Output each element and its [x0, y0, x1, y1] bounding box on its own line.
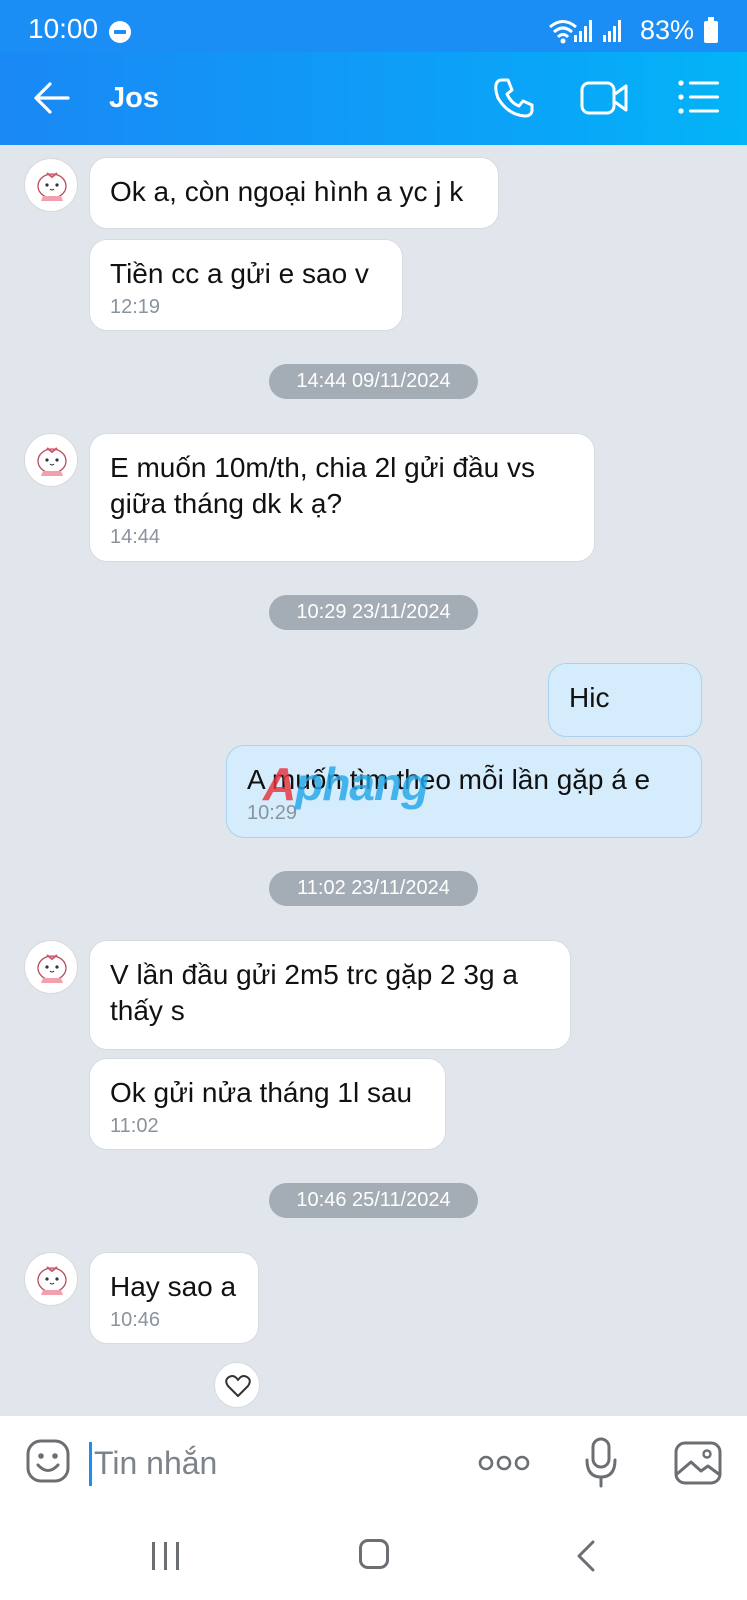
more-dots-icon[interactable] — [478, 1454, 530, 1472]
status-time: 10:00 — [28, 13, 99, 44]
text-cursor — [89, 1442, 92, 1486]
status-bar: 10:00 83% — [0, 0, 747, 52]
message-time: 10:46 — [110, 1309, 161, 1331]
conversation: Ok a, còn ngoại hình a yc j k Tiền cc a … — [0, 145, 747, 1415]
message-bubble-incoming[interactable]: Ok a, còn ngoại hình a yc j k — [89, 157, 499, 229]
message-input[interactable] — [94, 1438, 444, 1488]
battery-icon — [704, 17, 718, 43]
message-bubble-outgoing[interactable]: A muốn tìm theo mỗi lần gặp á e 10:29 — [226, 745, 702, 838]
signal-icon-2 — [603, 20, 621, 42]
signal-icon — [574, 20, 592, 42]
avatar[interactable] — [24, 1252, 78, 1306]
message-text: Hic — [569, 682, 610, 713]
avatar-image — [37, 447, 67, 476]
message-time: 10:29 — [247, 802, 298, 824]
message-text: A muốn tìm theo mỗi lần gặp á e — [247, 764, 651, 795]
message-bubble-incoming[interactable]: V lần đầu gửi 2m5 trc gặp 2 3g a thấy s — [89, 940, 571, 1050]
avatar-image — [37, 954, 67, 983]
home-icon[interactable] — [359, 1539, 389, 1569]
system-nav-bar — [0, 1509, 747, 1600]
message-bubble-incoming[interactable]: Tiền cc a gửi e sao v 12:19 — [89, 239, 403, 331]
date-separator: 11:02 23/11/2024 — [269, 871, 478, 906]
back-nav-icon[interactable] — [576, 1540, 596, 1572]
date-separator: 10:29 23/11/2024 — [269, 595, 478, 630]
message-bubble-incoming[interactable]: Ok gửi nửa tháng 1l sau 11:02 — [89, 1058, 446, 1150]
avatar-image — [37, 1266, 67, 1295]
message-text: Ok gửi nửa tháng 1l sau — [110, 1077, 413, 1108]
chat-header: Jos — [0, 52, 747, 145]
avatar-image — [37, 172, 67, 201]
message-time: 11:02 — [110, 1115, 159, 1137]
message-text: V lần đầu gửi 2m5 trc gặp 2 3g a thấy s — [110, 959, 518, 1026]
avatar[interactable] — [24, 433, 78, 487]
message-bubble-incoming[interactable]: E muốn 10m/th, chia 2l gửi đầu vs giữa t… — [89, 433, 595, 562]
emoji-icon[interactable] — [25, 1438, 71, 1484]
date-separator: 10:46 25/11/2024 — [269, 1183, 478, 1218]
message-text: Ok a, còn ngoại hình a yc j k — [110, 176, 464, 207]
message-text: Hay sao a — [110, 1271, 237, 1302]
video-camera-icon[interactable] — [580, 78, 630, 118]
message-bubble-outgoing[interactable]: Hic — [548, 663, 702, 737]
message-bubble-incoming[interactable]: Hay sao a 10:46 — [89, 1252, 259, 1344]
avatar[interactable] — [24, 940, 78, 994]
avatar[interactable] — [24, 158, 78, 212]
message-time: 12:19 — [110, 296, 161, 318]
heart-icon — [225, 1375, 251, 1397]
react-button[interactable] — [214, 1362, 260, 1408]
date-separator: 14:44 09/11/2024 — [269, 364, 478, 399]
list-icon[interactable] — [678, 79, 720, 115]
message-time: 14:44 — [110, 526, 161, 548]
message-text: Tiền cc a gửi e sao v — [110, 258, 369, 289]
message-text: E muốn 10m/th, chia 2l gửi đầu vs giữa t… — [110, 452, 535, 519]
microphone-icon[interactable] — [583, 1436, 619, 1490]
battery-percent: 83% — [640, 15, 695, 45]
do-not-disturb-icon — [109, 21, 131, 43]
contact-name[interactable]: Jos — [109, 82, 159, 115]
message-input-bar — [0, 1415, 747, 1509]
phone-icon[interactable] — [492, 76, 536, 120]
image-icon[interactable] — [674, 1441, 722, 1485]
arrow-left-icon[interactable] — [32, 78, 72, 118]
recent-apps-icon[interactable] — [150, 1542, 182, 1570]
